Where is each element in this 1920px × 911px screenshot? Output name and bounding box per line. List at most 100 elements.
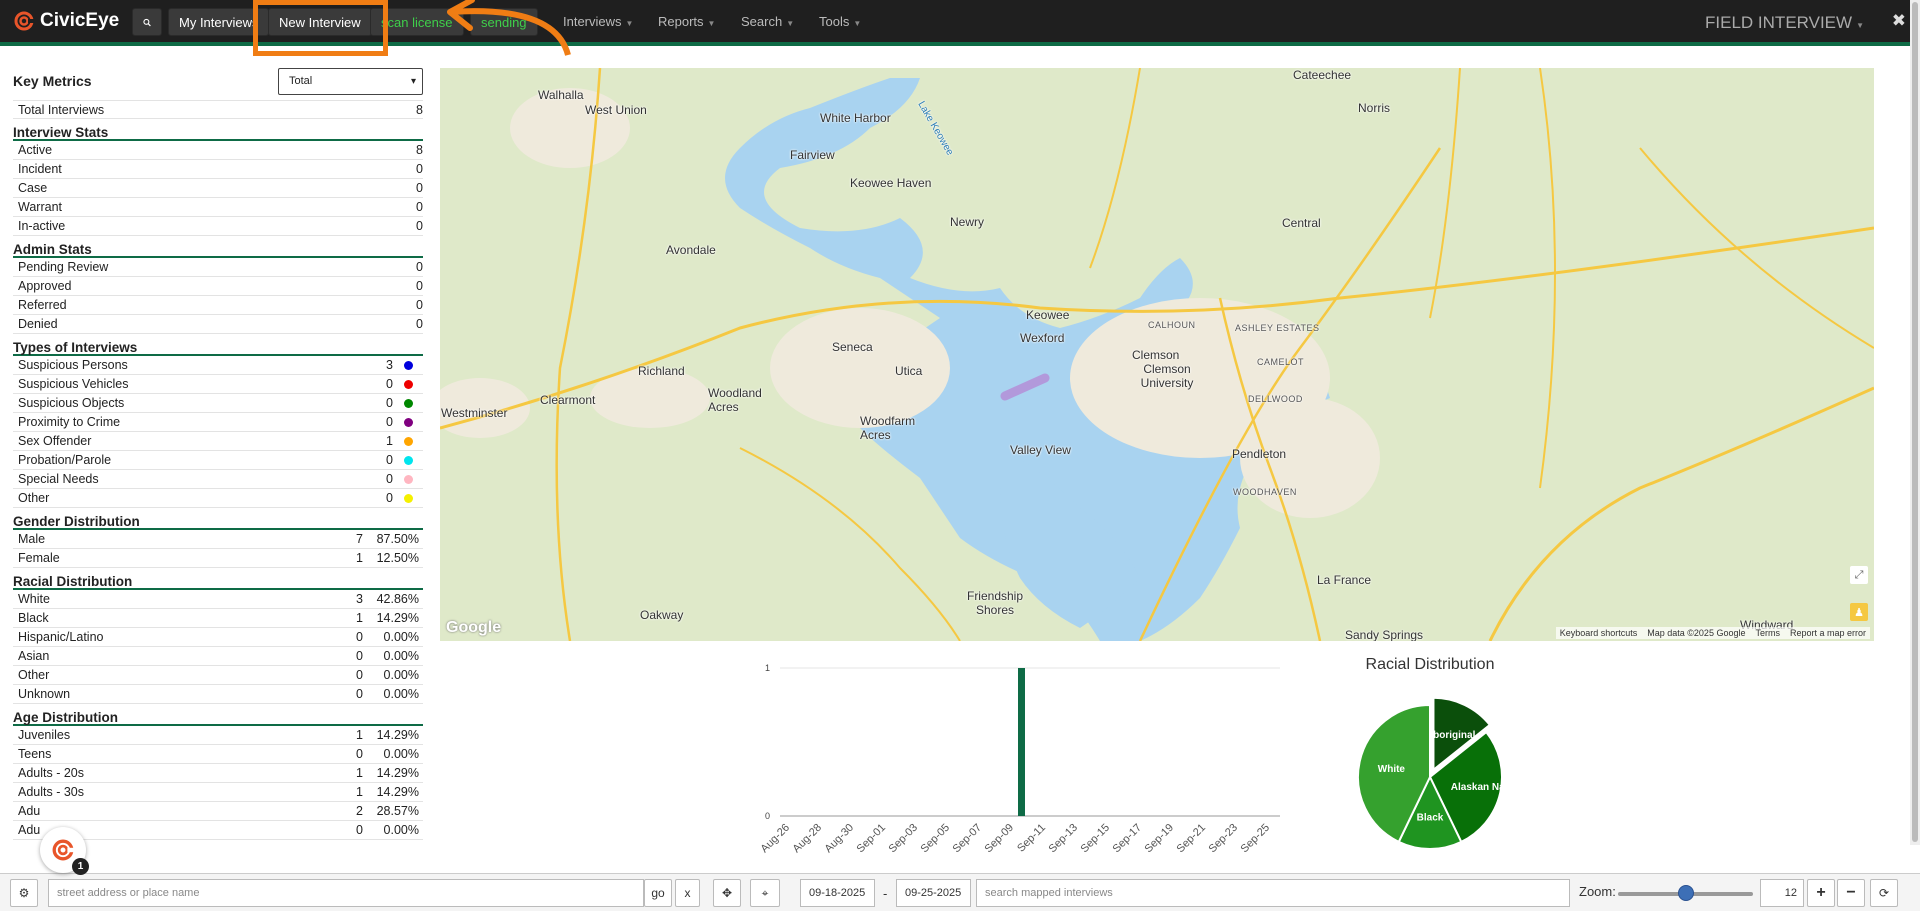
racial-distribution-row: Unknown 0 0.00% bbox=[13, 685, 423, 704]
x-tick-label: Sep-21 bbox=[1175, 822, 1209, 856]
row-value: 0 bbox=[386, 472, 393, 486]
menu-reports[interactable]: Reports ▼ bbox=[658, 14, 715, 29]
age-distribution-title: Age Distribution bbox=[13, 708, 423, 726]
x-tick-label: Sep-15 bbox=[1079, 822, 1113, 856]
interview-stats-row: In-active 0 bbox=[13, 217, 423, 236]
row-label: Approved bbox=[18, 279, 72, 293]
row-label: Female bbox=[18, 551, 60, 565]
bar-chart-svg: 01Aug-26Aug-28Aug-30Sep-01Sep-03Sep-05Se… bbox=[759, 663, 1280, 856]
map-place-label: Keowee Haven bbox=[850, 176, 932, 190]
row-value: 0 bbox=[416, 162, 423, 176]
map-place-label: Clemson University bbox=[1140, 362, 1194, 390]
x-tick-label: Sep-11 bbox=[1015, 822, 1048, 855]
key-metrics-title: Key Metrics bbox=[13, 73, 92, 89]
row-label: Pending Review bbox=[18, 260, 109, 274]
report-error-link[interactable]: Report a map error bbox=[1790, 628, 1866, 638]
metrics-select[interactable]: Total ▾ bbox=[278, 67, 423, 95]
zoom-value-input[interactable]: 12 bbox=[1760, 879, 1804, 907]
admin-stats-row: Pending Review 0 bbox=[13, 258, 423, 277]
search-mapped-interviews-input[interactable]: search mapped interviews bbox=[976, 879, 1570, 907]
row-value: 0 bbox=[386, 491, 393, 505]
row-value: 0 bbox=[356, 687, 363, 701]
row-label: Suspicious Objects bbox=[18, 396, 125, 410]
search-button[interactable] bbox=[132, 8, 162, 36]
row-label: Special Needs bbox=[18, 472, 99, 486]
row-value: 1 bbox=[356, 551, 363, 565]
legend-dot-wrap bbox=[393, 474, 423, 484]
terms-link[interactable]: Terms bbox=[1755, 628, 1780, 638]
legend-dot-wrap bbox=[393, 436, 423, 446]
row-value: 1 bbox=[356, 766, 363, 780]
legend-dot-wrap bbox=[393, 493, 423, 503]
map-place-label: La France bbox=[1317, 573, 1372, 587]
x-tick-label: Aug-26 bbox=[759, 822, 793, 856]
zoom-out-icon[interactable]: − bbox=[1837, 879, 1865, 907]
x-tick-label: Sep-09 bbox=[983, 822, 1017, 856]
row-label: Suspicious Persons bbox=[18, 358, 128, 372]
row-value: 1 bbox=[356, 611, 363, 625]
y-tick-label: 0 bbox=[765, 811, 770, 821]
date-to-input[interactable]: 09-25-2025 bbox=[896, 879, 971, 907]
map-place-label: Seneca bbox=[832, 340, 873, 354]
map-place-label: Norris bbox=[1358, 101, 1390, 115]
street-view-icon[interactable]: ♟ bbox=[1850, 603, 1868, 621]
row-percent: 0.00% bbox=[383, 747, 419, 761]
map-place-label: West Union bbox=[585, 103, 647, 117]
settings-gear-icon[interactable]: ⚙ bbox=[10, 879, 38, 907]
date-from-input[interactable]: 09-18-2025 bbox=[800, 879, 875, 907]
row-value: 1 bbox=[356, 728, 363, 742]
x-tick-label: Sep-07 bbox=[951, 822, 985, 856]
bottom-toolbar: ⚙ street address or place name go x ✥ ⌖ … bbox=[0, 873, 1920, 911]
zoom-slider-thumb[interactable] bbox=[1677, 885, 1694, 901]
row-label: Denied bbox=[18, 317, 58, 331]
map-place-label: Central bbox=[1282, 216, 1321, 230]
types-of-interviews-title: Types of Interviews bbox=[13, 338, 423, 356]
racial-distribution-row: Other 0 0.00% bbox=[13, 666, 423, 685]
context-menu[interactable]: FIELD INTERVIEW ▼ bbox=[1705, 13, 1864, 33]
menu-tools[interactable]: Tools ▼ bbox=[819, 14, 861, 29]
map-marker-icon[interactable]: ⌖ bbox=[750, 879, 780, 907]
zoom-in-icon[interactable]: + bbox=[1807, 879, 1835, 907]
map-place-label: Richland bbox=[638, 364, 685, 378]
x-tick-label: Sep-01 bbox=[855, 822, 889, 856]
legend-dot-wrap bbox=[393, 398, 423, 408]
row-label: Case bbox=[18, 181, 48, 195]
map-place-label: Walhalla bbox=[538, 88, 584, 102]
fullscreen-icon[interactable]: ⤢ bbox=[1850, 566, 1868, 584]
locate-crosshair-icon[interactable]: ✥ bbox=[713, 879, 741, 907]
row-value: 0 bbox=[356, 747, 363, 761]
gender-distribution-row: Female 1 12.50% bbox=[13, 549, 423, 568]
row-value: 0 bbox=[416, 317, 423, 331]
address-search-input[interactable]: street address or place name bbox=[48, 879, 644, 907]
clear-button[interactable]: x bbox=[675, 879, 700, 907]
legend-dot-wrap bbox=[393, 360, 423, 370]
interview-stats-row: Active 8 bbox=[13, 141, 423, 160]
menu-search-label: Search bbox=[741, 14, 783, 29]
timeline-bar[interactable] bbox=[1018, 668, 1025, 816]
age-distribution-row: Adults - 20s 1 14.29% bbox=[13, 764, 423, 783]
keyboard-shortcuts-link[interactable]: Keyboard shortcuts bbox=[1560, 628, 1638, 638]
menu-search[interactable]: Search ▼ bbox=[741, 14, 794, 29]
gender-distribution-row: Male 7 87.50% bbox=[13, 530, 423, 549]
gender-distribution-title: Gender Distribution bbox=[13, 512, 423, 530]
go-button[interactable]: go bbox=[644, 879, 672, 907]
brand[interactable]: CivicEye bbox=[14, 10, 119, 32]
row-percent: 42.86% bbox=[376, 592, 419, 606]
menu-tools-label: Tools bbox=[819, 14, 850, 29]
pie-slice-label: White bbox=[1378, 764, 1406, 775]
interview-map[interactable]: Walhalla West Union White Harbor Lake Ke… bbox=[440, 68, 1874, 641]
refresh-icon[interactable]: ⟳ bbox=[1870, 879, 1898, 907]
highlight-box bbox=[253, 0, 388, 56]
caret-down-icon: ▼ bbox=[786, 19, 795, 28]
row-value: 0 bbox=[416, 260, 423, 274]
map-place-label: Avondale bbox=[666, 243, 716, 257]
row-percent: 14.29% bbox=[376, 611, 419, 625]
interview-stats-row: Case 0 bbox=[13, 179, 423, 198]
row-value: 8 bbox=[416, 102, 423, 117]
close-icon[interactable]: ✖ bbox=[1892, 11, 1906, 31]
map-area-label: DELLWOOD bbox=[1248, 394, 1303, 404]
page-scrollbar[interactable] bbox=[1910, 0, 1920, 845]
row-label: Adults - 30s bbox=[18, 785, 85, 799]
map-place-label: Clemson bbox=[1132, 348, 1180, 362]
zoom-label: Zoom: bbox=[1579, 884, 1616, 899]
